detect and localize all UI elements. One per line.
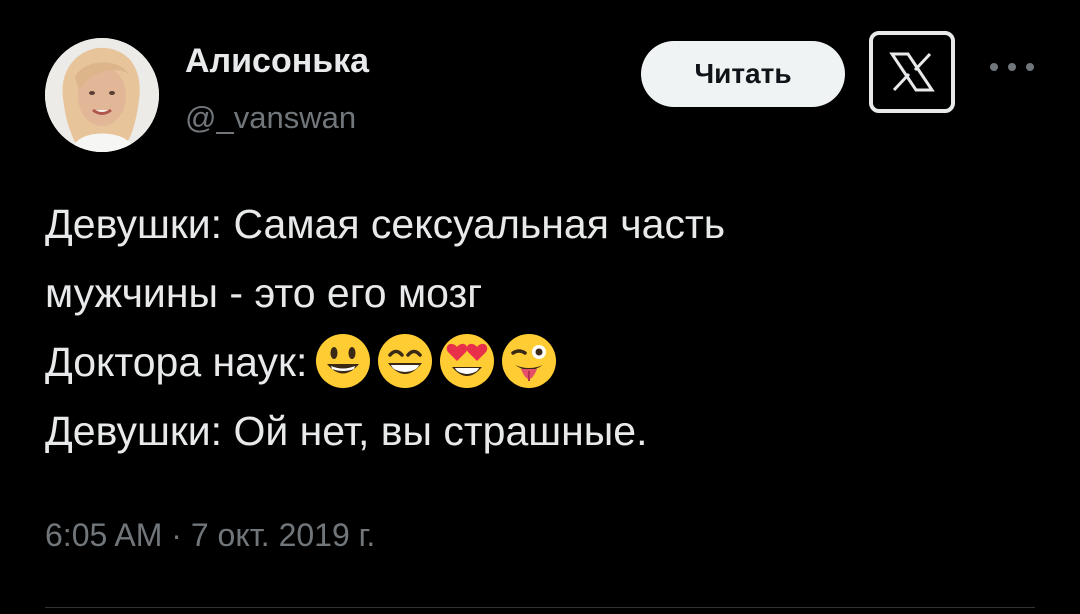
author-handle[interactable]: @_vanswan <box>185 100 356 136</box>
divider <box>45 607 1035 608</box>
x-logo-button[interactable] <box>869 31 955 113</box>
tweet-line: Доктора наук: <box>45 339 308 385</box>
avatar[interactable] <box>45 38 159 152</box>
follow-button[interactable]: Читать <box>641 41 845 107</box>
tweet-line: Девушки: Самая сексуальная часть <box>45 201 726 247</box>
more-options-button[interactable] <box>990 57 1034 77</box>
more-dot <box>1026 63 1034 71</box>
heart-eyes-emoji <box>440 334 495 389</box>
tweet-text: Девушки: Самая сексуальная часть мужчины… <box>45 190 1035 466</box>
more-dot <box>1008 63 1016 71</box>
x-logo-icon <box>889 52 935 92</box>
author-display-name[interactable]: Алисонька <box>185 42 369 81</box>
tweet-line: Девушки: Ой нет, вы страшные. <box>45 408 648 454</box>
more-options-icon <box>990 63 998 71</box>
avatar-image <box>45 38 159 152</box>
winking-tongue-emoji <box>502 334 557 389</box>
tweet-line: мужчины - это его мозг <box>45 270 483 316</box>
grin-emoji <box>378 334 433 389</box>
emoji-row <box>313 331 559 391</box>
smiley-emoji <box>316 334 371 389</box>
tweet-line-with-emojis: Доктора наук: <box>45 328 1035 397</box>
tweet-timestamp[interactable]: 6:05 AM · 7 окт. 2019 г. <box>45 517 375 554</box>
tweet: Алисонька @_vanswan Читать Девушки: Сама… <box>0 0 1080 614</box>
